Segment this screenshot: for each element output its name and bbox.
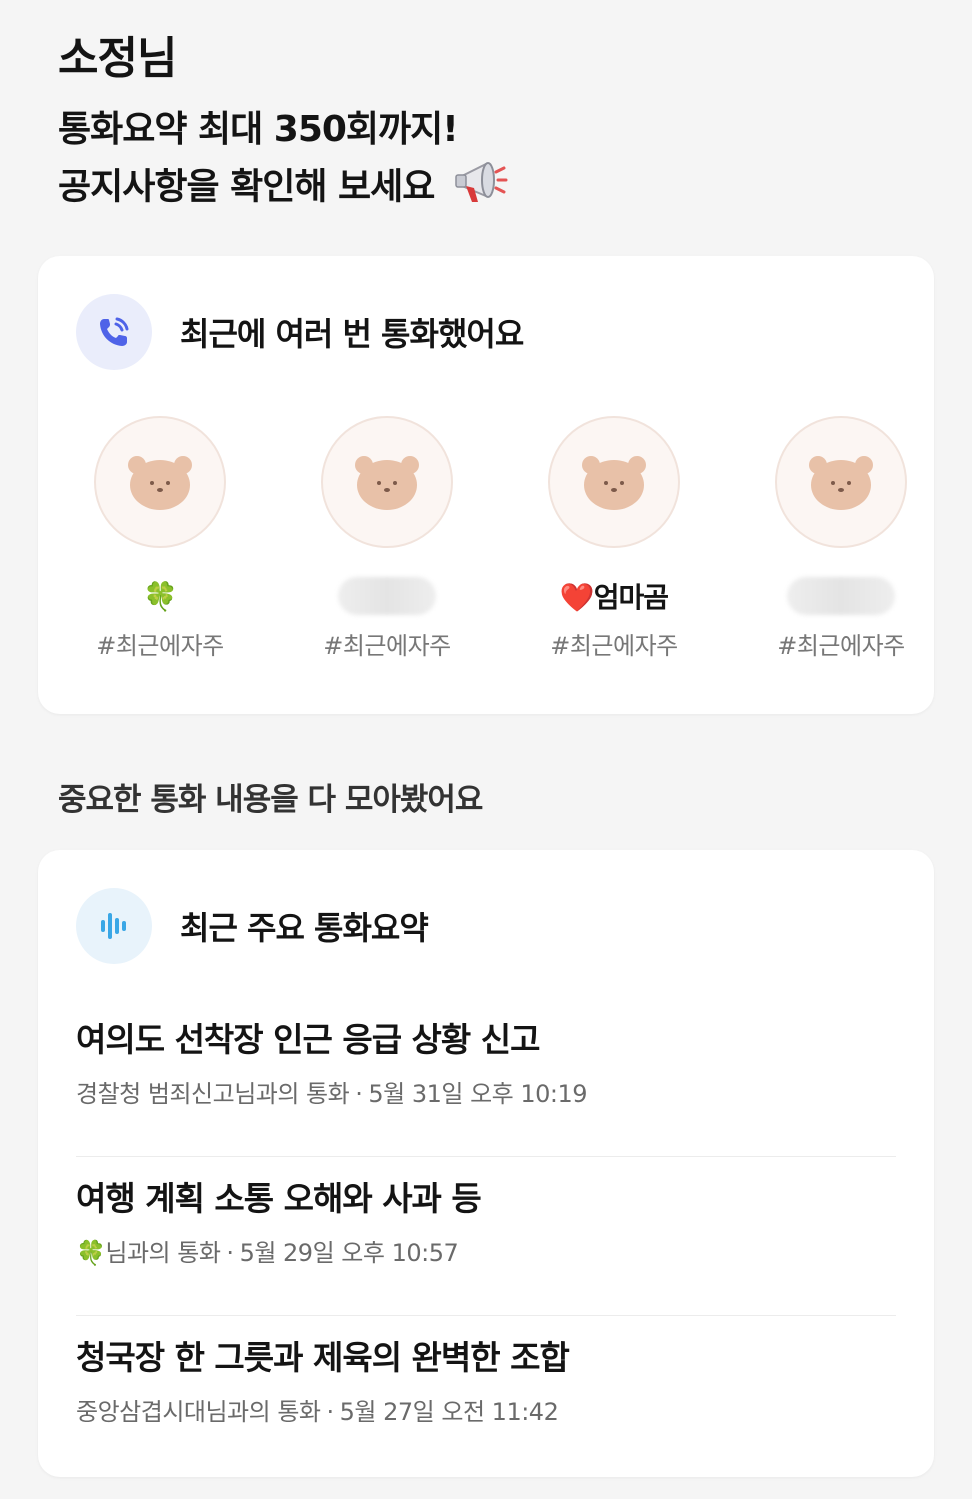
audio-wave-icon <box>76 888 152 964</box>
summary-item[interactable]: 청국장 한 그릇과 제육의 완벽한 조합 중앙삼겹시대님과의 통화 · 5월 27일… <box>76 1316 896 1475</box>
contact-item[interactable]: 🍀 #최근에자주 <box>50 416 270 661</box>
summary-item[interactable]: 여의도 선착장 인근 응급 상황 신고 경찰청 범죄신고님과의 통화 · 5월 31… <box>76 998 896 1157</box>
phone-icon <box>76 294 152 370</box>
contact-name-hidden <box>787 576 895 616</box>
summary-title: 청국장 한 그릇과 제육의 완벽한 조합 <box>76 1338 570 1377</box>
notice-line-2: 공지사항을 확인해 보세요 <box>58 166 435 208</box>
avatar <box>321 416 453 548</box>
avatar <box>548 416 680 548</box>
contact-name: 🍀 <box>143 579 178 613</box>
recent-summaries-title: 최근 주요 통화요약 <box>180 909 429 947</box>
contact-item[interactable]: #최근에자주 <box>277 416 497 661</box>
bear-icon <box>128 456 192 510</box>
summary-caller: 경찰청 범죄신고님과의 통화 <box>76 1080 350 1108</box>
avatar <box>94 416 226 548</box>
summary-item[interactable]: 여행 계획 소통 오해와 사과 등 🍀님과의 통화 · 5월 29일 오후 10:5… <box>76 1157 896 1316</box>
bear-icon <box>809 456 873 510</box>
summary-date: 5월 31일 오후 10:19 <box>368 1080 588 1108</box>
notice-banner[interactable]: 통화요약 최대 350회까지! 공지사항을 확인해 보세요 <box>58 104 508 221</box>
frequent-calls-title: 최근에 여러 번 통화했어요 <box>180 315 524 353</box>
bear-icon <box>582 456 646 510</box>
contact-item[interactable]: ❤️엄마곰 #최근에자주 <box>504 416 724 661</box>
summary-date: 5월 27일 오전 11:42 <box>339 1398 559 1426</box>
contact-name: ❤️엄마곰 <box>559 581 669 614</box>
bear-icon <box>355 456 419 510</box>
summary-date: 5월 29일 오후 10:57 <box>239 1239 459 1267</box>
summary-title: 여의도 선착장 인근 응급 상황 신고 <box>76 1020 540 1059</box>
frequent-calls-card: 최근에 여러 번 통화했어요 🍀 #최근에자주 #최근에자주 ❤️엄마곰 #최근… <box>38 256 934 714</box>
avatar <box>775 416 907 548</box>
contact-tag: #최근에자주 <box>777 632 905 660</box>
contact-tag: #최근에자주 <box>96 632 224 660</box>
recent-summaries-card: 최근 주요 통화요약 여의도 선착장 인근 응급 상황 신고 경찰청 범죄신고님… <box>38 850 934 1477</box>
greeting-title: 소정님 <box>58 33 177 84</box>
summary-caller: 중앙삼겹시대님과의 통화 <box>76 1398 321 1426</box>
contact-name-hidden <box>338 576 436 616</box>
contact-item[interactable]: #최근에자주 <box>731 416 951 661</box>
contact-tag: #최근에자주 <box>550 632 678 660</box>
notice-line-1: 통화요약 최대 350회까지! <box>58 109 459 150</box>
summary-title: 여행 계획 소통 오해와 사과 등 <box>76 1179 482 1218</box>
contact-tag: #최근에자주 <box>323 632 451 660</box>
summary-caller: 🍀님과의 통화 <box>76 1239 221 1267</box>
section-title: 중요한 통화 내용을 다 모아봤어요 <box>58 782 483 818</box>
megaphone-icon <box>452 156 508 221</box>
